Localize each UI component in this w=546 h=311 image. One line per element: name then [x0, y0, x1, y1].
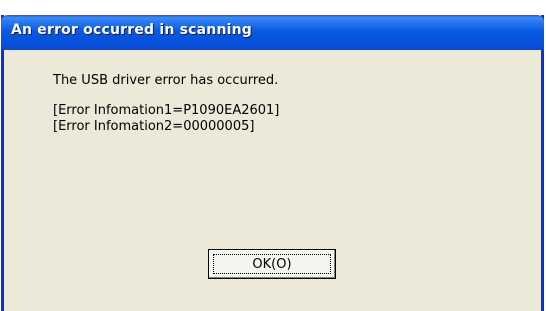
ok-button-label: OK(O) [252, 256, 292, 272]
error-info-2: [Error Infomation2=00000005] [53, 119, 255, 134]
title-bar[interactable]: An error occurred in scanning [1, 15, 544, 50]
error-message: The USB driver error has occurred. [53, 73, 279, 88]
window-title: An error occurred in scanning [11, 22, 252, 38]
error-dialog: An error occurred in scanning The USB dr… [1, 15, 544, 311]
ok-button[interactable]: OK(O) [208, 249, 336, 279]
error-info-1: [Error Infomation1=P1090EA2601] [53, 103, 280, 118]
